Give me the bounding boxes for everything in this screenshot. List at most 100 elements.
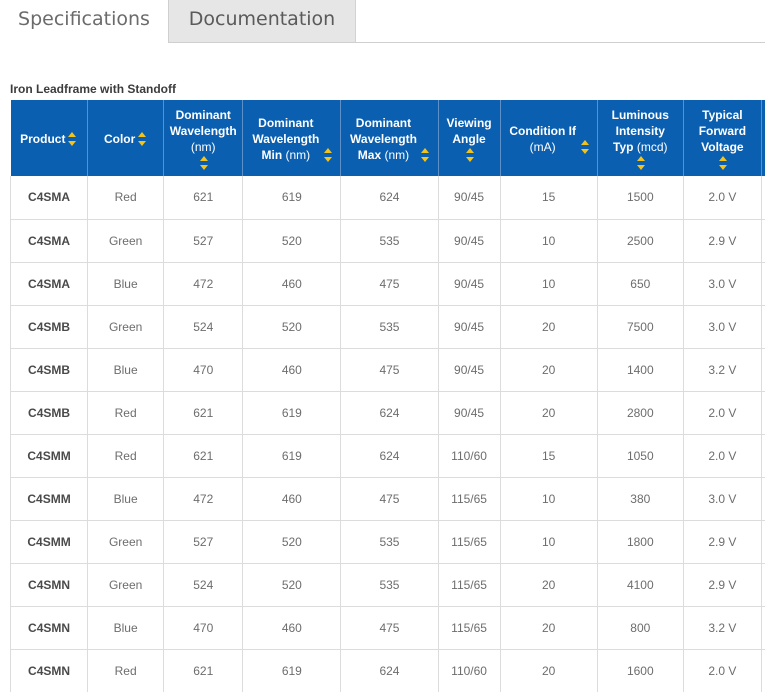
sort-ascending-icon[interactable] <box>637 156 646 162</box>
table-cell: 10 <box>500 261 598 305</box>
sort-ascending-icon[interactable] <box>421 148 430 154</box>
table-cell: 20 <box>500 347 598 391</box>
sort-descending-icon[interactable] <box>719 165 728 171</box>
sort-descending-icon[interactable] <box>580 149 589 155</box>
sort-descending-icon[interactable] <box>68 141 77 147</box>
spec-table: Product Color Dominant Wavelength (nm) Domi… <box>10 100 765 692</box>
table-cell: 475 <box>340 347 439 391</box>
table-cell: 90/45 <box>438 304 501 348</box>
table-cell: Green <box>87 304 165 348</box>
product-cell: C4SMN <box>10 605 89 649</box>
sort-ascending-icon[interactable] <box>323 148 332 154</box>
sort-ascending-icon[interactable] <box>466 148 475 154</box>
table-cell: 90/45 <box>438 347 501 391</box>
column-header-text: Color <box>103 131 136 146</box>
table-row: C4SMM Blue 472 460 475 115/65 10 380 3.0 V <box>10 476 765 520</box>
table-cell-overflow <box>761 218 765 262</box>
column-header-text: Dominant Wavelength <box>169 107 237 138</box>
table-cell: 520 <box>242 562 342 606</box>
column-header-unit: (mA) <box>529 139 556 154</box>
table-cell: 527 <box>163 519 244 563</box>
table-cell: 2.9 V <box>683 562 762 606</box>
column-header-unit: (mcd) <box>633 139 668 154</box>
sort-arrows-icon[interactable] <box>323 148 333 163</box>
tab-documentation[interactable]: Documentation <box>169 0 356 42</box>
table-cell-overflow <box>761 562 765 606</box>
table-cell: 470 <box>163 347 244 391</box>
column-header[interactable]: Dominant Wavelength (nm) <box>163 100 244 176</box>
table-row: C4SMN Red 621 619 624 110/60 20 1600 2.0 V <box>10 648 765 692</box>
column-header[interactable]: Dominant Wavelength Max (nm) <box>340 100 439 176</box>
sort-arrows-icon[interactable] <box>421 148 430 163</box>
table-cell: 460 <box>242 347 342 391</box>
table-cell: 2800 <box>597 390 684 434</box>
table-cell: 1600 <box>597 648 684 692</box>
sort-arrows-icon[interactable] <box>466 148 475 163</box>
column-header-label: Dominant Wavelength Max (nm) <box>348 115 418 163</box>
table-cell: 619 <box>242 390 342 434</box>
sort-arrows-icon[interactable] <box>138 132 147 147</box>
table-cell: 90/45 <box>438 176 501 219</box>
table-row: C4SMM Red 621 619 624 110/60 15 1050 2.0 V <box>10 433 765 477</box>
table-cell-overflow <box>761 476 765 520</box>
sort-descending-icon[interactable] <box>466 157 475 163</box>
tab-specifications[interactable]: Specifications <box>0 0 169 42</box>
column-header-unit: (nm) <box>282 147 311 162</box>
table-cell: Green <box>87 562 165 606</box>
spec-table-container: Product Color Dominant Wavelength (nm) Domi… <box>10 100 765 692</box>
sort-descending-icon[interactable] <box>323 157 332 163</box>
table-cell: 10 <box>500 519 598 563</box>
table-cell: 472 <box>163 261 244 305</box>
column-header-text: Typical Forward Voltage <box>698 107 747 154</box>
table-row: C4SMA Blue 472 460 475 90/45 10 650 3.0 V <box>10 261 765 305</box>
table-body: C4SMA Red 621 619 624 90/45 15 1500 2.0 V C4SMA Gr… <box>10 176 765 692</box>
product-cell: C4SMB <box>10 390 89 434</box>
table-cell-overflow <box>761 390 765 434</box>
sort-arrows-icon[interactable] <box>68 132 77 147</box>
table-cell: 535 <box>340 304 439 348</box>
table-cell: 524 <box>163 562 244 606</box>
table-cell: 1050 <box>597 433 684 477</box>
table-cell: 624 <box>340 176 439 219</box>
table-cell: 535 <box>340 218 439 262</box>
table-cell: 115/65 <box>438 519 501 563</box>
sort-arrows-icon[interactable] <box>200 156 209 171</box>
table-cell: 3.2 V <box>683 605 762 649</box>
table-row: C4SMB Green 524 520 535 90/45 20 7500 3.0 V <box>10 304 765 348</box>
column-header[interactable]: Color <box>87 100 165 176</box>
sort-arrows-icon[interactable] <box>637 156 646 171</box>
table-cell: 20 <box>500 648 598 692</box>
sort-descending-icon[interactable] <box>200 165 209 171</box>
table-cell: 472 <box>163 476 244 520</box>
sort-ascending-icon[interactable] <box>200 156 209 162</box>
column-header-overflow <box>761 100 765 176</box>
column-header[interactable]: Dominant Wavelength Min (nm) <box>242 100 342 176</box>
table-cell-overflow <box>761 605 765 649</box>
column-header[interactable]: Condition If (mA) <box>500 100 598 176</box>
column-header[interactable]: Viewing Angle <box>438 100 501 176</box>
sort-ascending-icon[interactable] <box>719 156 728 162</box>
sort-descending-icon[interactable] <box>637 165 646 171</box>
table-cell: 115/65 <box>438 605 501 649</box>
column-header[interactable]: Typical Forward Voltage <box>683 100 762 176</box>
table-row: C4SMM Green 527 520 535 115/65 10 1800 2.9 V <box>10 519 765 563</box>
sort-ascending-icon[interactable] <box>580 140 589 146</box>
column-header[interactable]: Product <box>10 100 89 176</box>
sort-arrows-icon[interactable] <box>580 140 590 155</box>
table-cell: 520 <box>242 304 342 348</box>
product-cell: C4SMA <box>10 218 89 262</box>
sort-ascending-icon[interactable] <box>138 132 147 138</box>
sort-descending-icon[interactable] <box>138 141 147 147</box>
table-cell-overflow <box>761 261 765 305</box>
sort-descending-icon[interactable] <box>421 157 430 163</box>
column-header-text: Condition If <box>509 123 576 138</box>
column-header-label: Viewing Angle <box>441 115 498 147</box>
column-header-label: Dominant Wavelength Min (nm) <box>251 115 321 163</box>
table-cell: 7500 <box>597 304 684 348</box>
sort-arrows-icon[interactable] <box>719 156 728 171</box>
column-header[interactable]: Luminous Intensity Typ (mcd) <box>597 100 684 176</box>
column-header-label: Condition If (mA) <box>508 123 578 155</box>
table-cell: 15 <box>500 176 598 219</box>
sort-ascending-icon[interactable] <box>68 132 77 138</box>
table-cell: Blue <box>87 476 165 520</box>
